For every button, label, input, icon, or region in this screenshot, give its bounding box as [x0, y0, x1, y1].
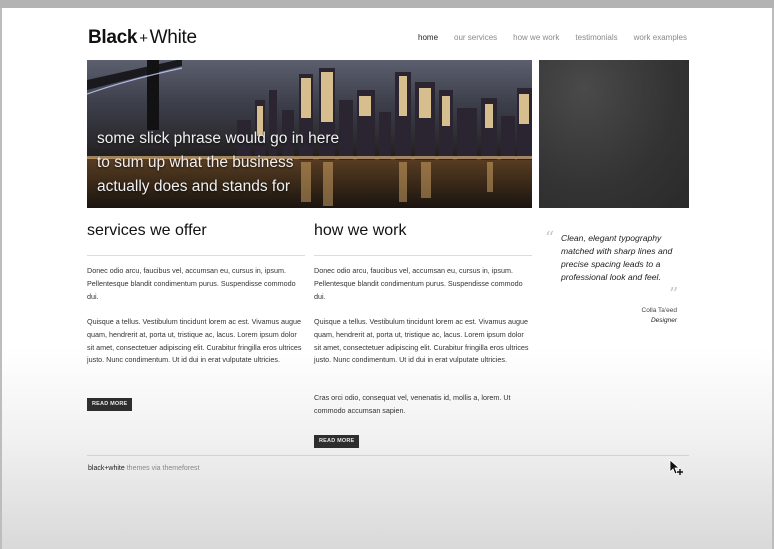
how-we-work-divider: [314, 255, 532, 256]
how-we-work-paragraph-3: Cras orci odio, consequat vel, venenatis…: [314, 393, 511, 415]
hero-banner: some slick phrase would go in here to su…: [87, 60, 532, 208]
services-divider: [87, 255, 305, 256]
footer-divider: [87, 455, 689, 456]
footer-brand-link[interactable]: black+white: [88, 465, 125, 472]
hero-tagline: some slick phrase would go in here to su…: [97, 127, 339, 199]
nav-our-services[interactable]: our services: [454, 33, 497, 42]
footer-credit-text: themes via themeforest: [124, 465, 200, 472]
window-top-strip: [0, 0, 774, 8]
services-read-more-button[interactable]: READ MORE: [87, 398, 133, 411]
hero-line-3: actually does and stands for: [97, 178, 291, 195]
services-paragraph-2: Quisque a tellus. Vestibulum tincidunt l…: [87, 317, 302, 365]
how-we-work-read-more-button[interactable]: READ MORE: [314, 435, 360, 448]
how-we-work-paragraph-2: Quisque a tellus. Vestibulum tincidunt l…: [314, 317, 529, 365]
main-nav: home our services how we work testimonia…: [418, 33, 687, 42]
services-title: services we offer: [87, 222, 207, 239]
web-page: Black + White home our services how we wor…: [2, 8, 772, 549]
nav-testimonials[interactable]: testimonials: [575, 33, 617, 42]
hero-line-1: some slick phrase would go in here: [97, 130, 340, 147]
quote-close-icon: ”: [669, 284, 679, 305]
testimonial-author: Colla Ta'eed: [641, 307, 677, 314]
footer-credit: black+white themes via themeforest: [88, 465, 199, 472]
testimonial-text: Clean, elegant typography matched with s…: [561, 233, 673, 282]
nav-work-examples[interactable]: work examples: [634, 33, 687, 42]
nav-home[interactable]: home: [418, 33, 438, 42]
move-cursor-icon: [669, 459, 683, 475]
logo-black: Black: [88, 27, 138, 48]
logo-white: White: [149, 27, 197, 48]
site-logo[interactable]: Black + White: [88, 27, 197, 49]
side-panel-image: [539, 60, 689, 208]
nav-how-we-work[interactable]: how we work: [513, 33, 559, 42]
how-we-work-column: how we work Donec odio arcu, faucibus ve…: [314, 222, 532, 448]
how-we-work-paragraph-1: Donec odio arcu, faucibus vel, accumsan …: [314, 266, 523, 301]
quote-open-icon: “: [545, 228, 555, 249]
testimonial-role: Designer: [650, 317, 677, 324]
hero-line-2: to sum up what the business: [97, 154, 294, 171]
how-we-work-title: how we work: [314, 222, 407, 239]
logo-plus: +: [139, 30, 148, 47]
services-column: services we offer Donec odio arcu, fauci…: [87, 222, 305, 411]
services-paragraph-1: Donec odio arcu, faucibus vel, accumsan …: [87, 266, 296, 301]
